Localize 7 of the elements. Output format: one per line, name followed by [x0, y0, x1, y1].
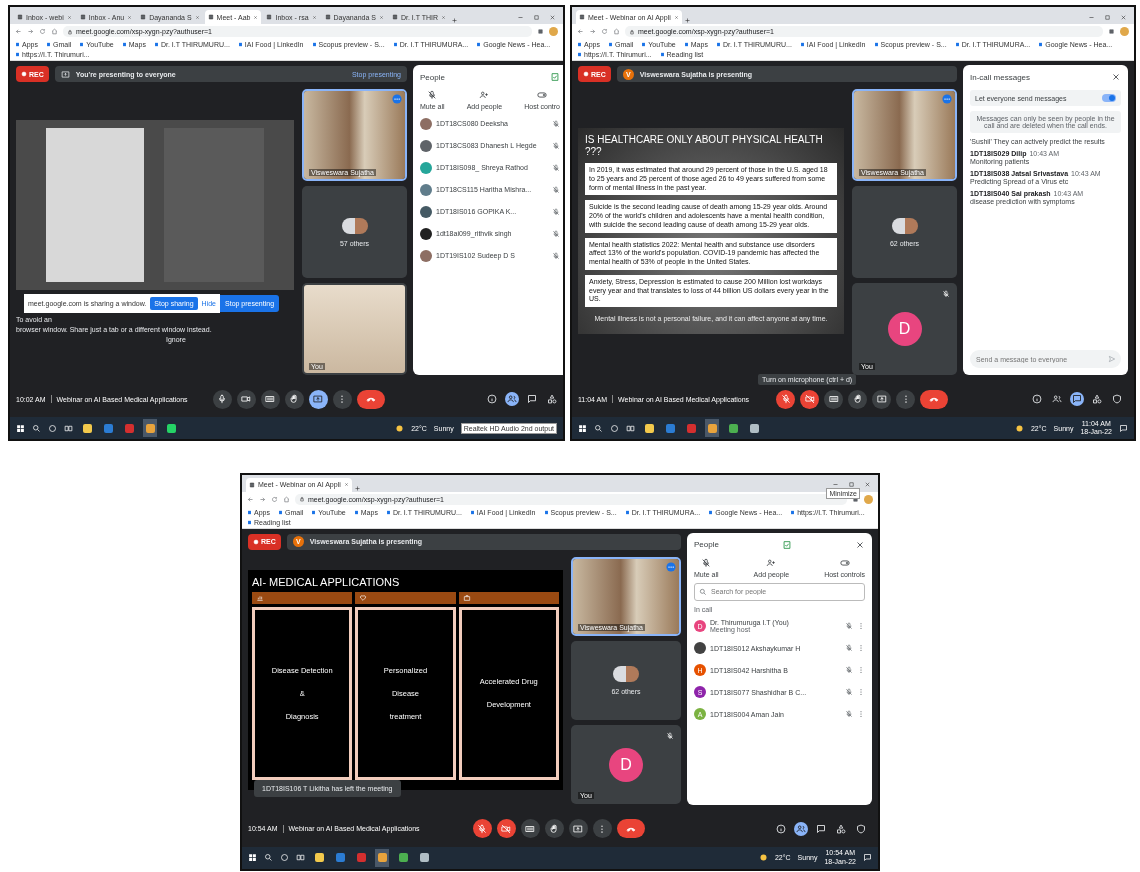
panel-title: People [694, 540, 719, 549]
avatar: D [609, 747, 643, 782]
slide-title: AI- MEDICAL APPLICATIONS [252, 575, 401, 588]
panel-title: People [420, 72, 445, 82]
slide-title: IS HEALTHCARE ONLY ABOUT PHYSICAL HEALTH ??? [585, 134, 824, 158]
avatar: D [887, 312, 922, 346]
panel-title: In-call messages [970, 72, 1031, 82]
